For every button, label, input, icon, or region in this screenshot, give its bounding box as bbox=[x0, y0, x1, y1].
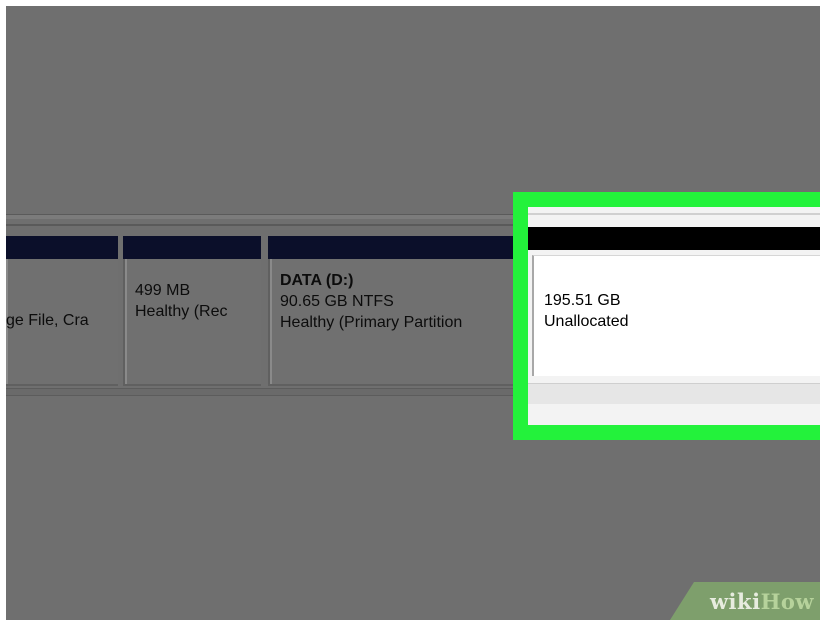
partition-system[interactable]: ge File, Cra bbox=[6, 236, 118, 386]
partition-data[interactable]: DATA (D:) 90.65 GB NTFS Healthy (Primary… bbox=[268, 236, 526, 386]
unallocated-panel: 195.51 GB Unallocated bbox=[528, 207, 820, 425]
unallocated-size: 195.51 GB bbox=[544, 292, 621, 309]
panel-bottom-strip bbox=[528, 383, 820, 404]
disk-management-view: ge File, Cra 499 MB Healthy (Rec DATA (D… bbox=[6, 6, 820, 620]
partition-text: 499 MB Healthy (Rec bbox=[135, 280, 227, 322]
unallocated-highlight-box: 195.51 GB Unallocated bbox=[513, 192, 820, 440]
partition-size: 90.65 GB NTFS bbox=[280, 293, 394, 310]
partition-status: Healthy (Primary Partition bbox=[280, 314, 463, 331]
partition-header-bar bbox=[123, 236, 261, 259]
wikihow-watermark: wikiHow bbox=[670, 582, 820, 620]
disk-bottom-divider bbox=[6, 388, 526, 396]
watermark-how: How bbox=[760, 589, 814, 614]
partition-header-bar bbox=[268, 236, 526, 259]
unallocated-partition[interactable]: 195.51 GB Unallocated bbox=[532, 255, 820, 376]
disk-inner-divider bbox=[6, 224, 526, 226]
watermark-text: wikiHow bbox=[710, 589, 814, 614]
partition-text: ge File, Cra bbox=[6, 310, 89, 331]
unallocated-header-bar bbox=[528, 227, 820, 250]
panel-top-divider bbox=[528, 213, 820, 215]
unallocated-status: Unallocated bbox=[544, 313, 629, 330]
partition-size: 499 MB bbox=[135, 282, 191, 299]
partition-text: DATA (D:) 90.65 GB NTFS Healthy (Primary… bbox=[280, 270, 462, 333]
partition-name: DATA (D:) bbox=[280, 272, 354, 289]
disk-top-divider bbox=[6, 214, 526, 219]
partition-status: ge File, Cra bbox=[6, 312, 89, 329]
watermark-wiki: wiki bbox=[709, 589, 761, 614]
partition-body bbox=[123, 259, 261, 386]
unallocated-text: 195.51 GB Unallocated bbox=[544, 290, 629, 332]
partition-header-bar bbox=[6, 236, 118, 259]
partition-recovery[interactable]: 499 MB Healthy (Rec bbox=[123, 236, 261, 386]
partition-status: Healthy (Rec bbox=[135, 303, 228, 320]
